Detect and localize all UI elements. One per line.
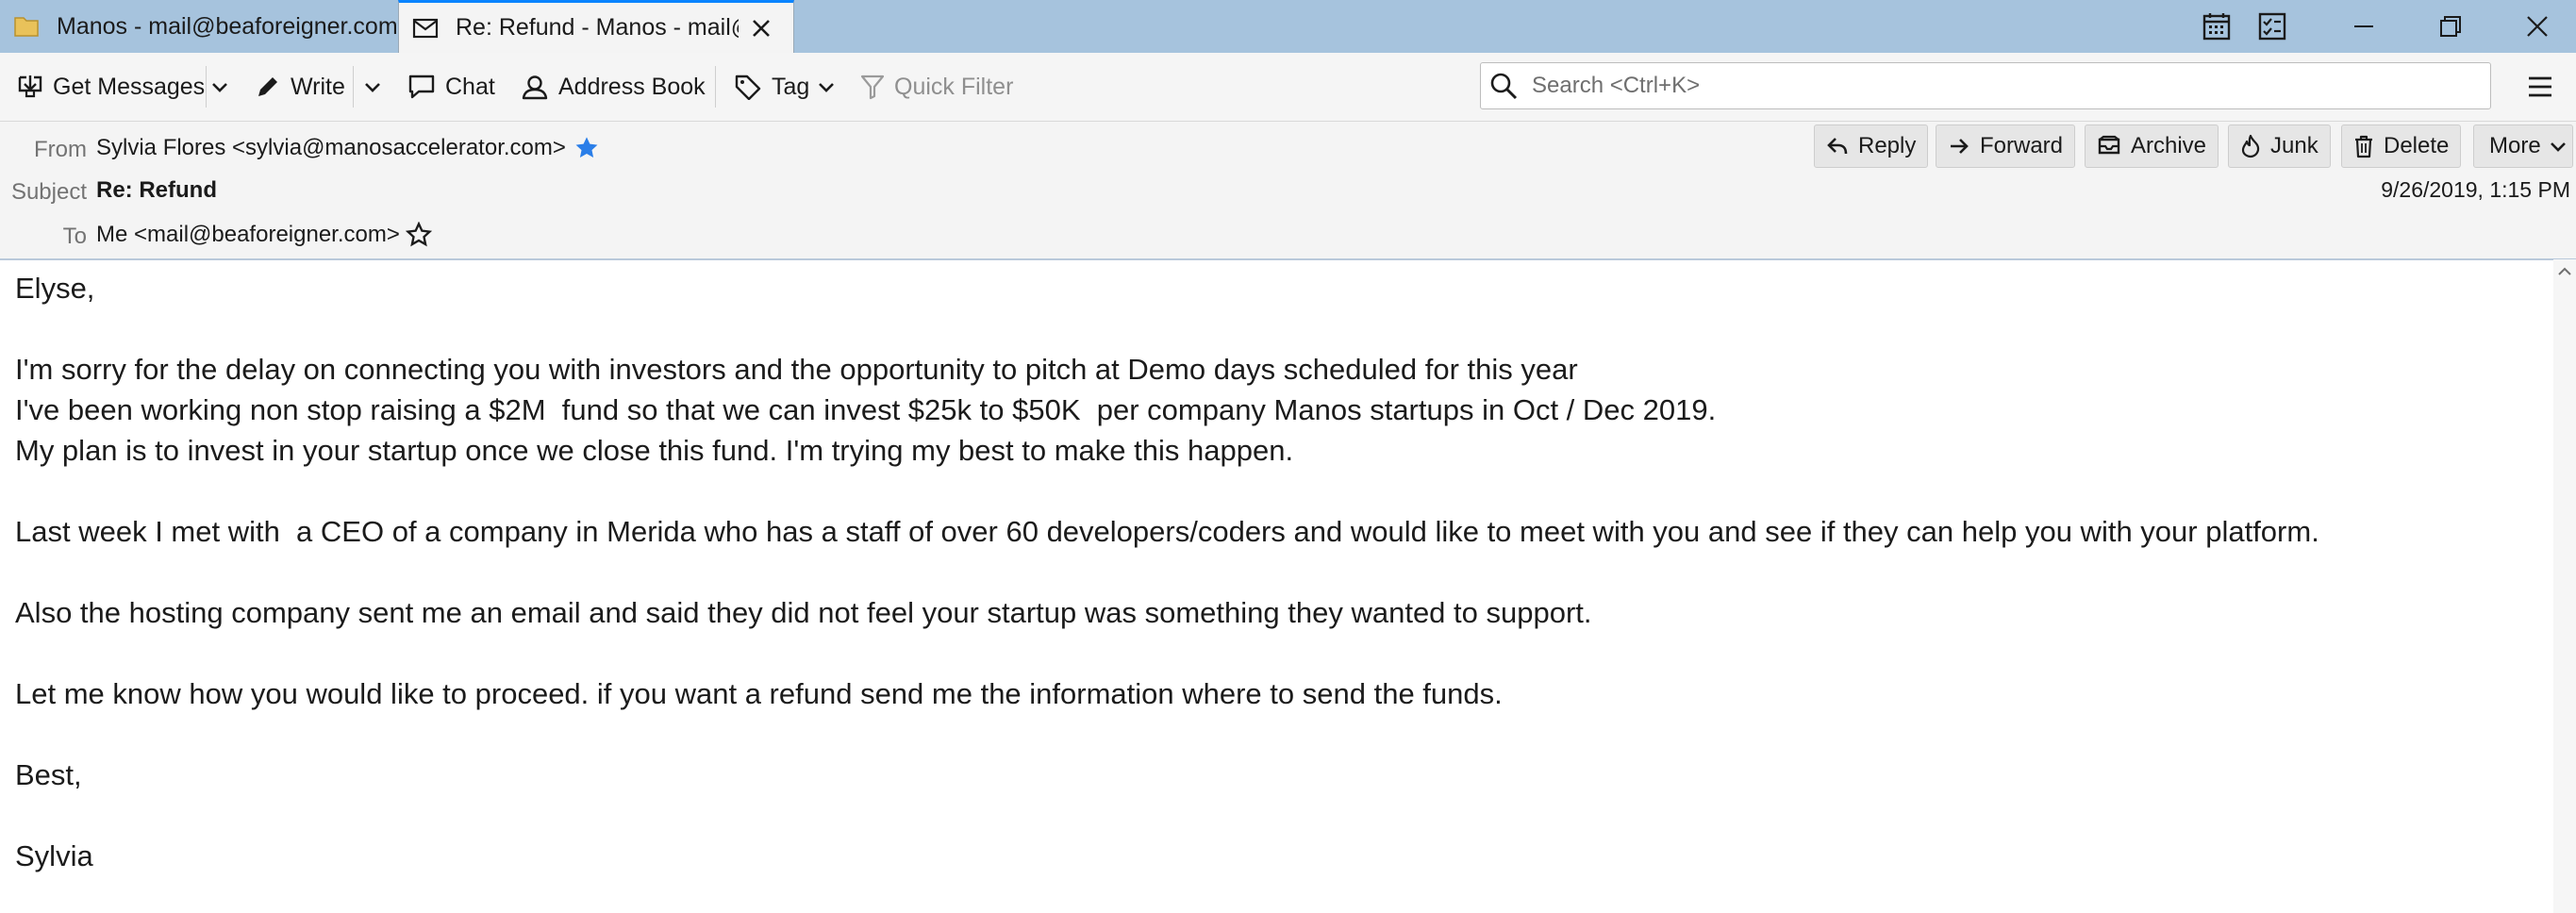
forward-button[interactable]: Forward	[1936, 124, 2076, 168]
to-label: To	[62, 224, 87, 249]
to-value[interactable]: Me <mail@beaforeigner.com>	[96, 222, 432, 248]
chat-bubble-icon	[407, 74, 436, 100]
body-line	[15, 633, 2534, 673]
download-icon	[17, 74, 43, 100]
main-toolbar: Get Messages Write Chat Address Book Tag…	[0, 53, 2576, 122]
scroll-up-arrow-icon[interactable]	[2557, 265, 2572, 278]
tag-label: Tag	[772, 73, 810, 100]
body-line	[15, 795, 2534, 836]
subject-value: Re: Refund	[96, 177, 217, 203]
body-line: I'm sorry for the delay on connecting yo…	[15, 353, 1578, 386]
trash-icon	[2353, 134, 2374, 158]
chevron-down-icon	[209, 76, 230, 97]
reply-arrow-icon	[1826, 135, 1849, 158]
subject-label: Subject	[10, 179, 87, 205]
forward-arrow-icon	[1948, 135, 1970, 158]
body-line	[15, 471, 2534, 511]
junk-label: Junk	[2270, 133, 2318, 158]
message-date: 9/26/2019, 1:15 PM	[2381, 177, 2570, 202]
tab-message-refund[interactable]: Re: Refund - Manos - mail@beaforeigner.c…	[398, 0, 794, 53]
body-line: Best,	[15, 758, 82, 791]
search-placeholder: Search <Ctrl+K>	[1532, 73, 1701, 98]
get-messages-button[interactable]: Get Messages	[17, 53, 205, 121]
reply-label: Reply	[1858, 133, 1917, 158]
flame-icon	[2240, 134, 2261, 158]
close-tab-icon[interactable]	[748, 15, 774, 42]
tab-folder-manos[interactable]: Manos - mail@beaforeigner.com	[0, 0, 396, 53]
body-line: Elyse,	[15, 272, 95, 305]
body-line: I've been working non stop raising a $2M…	[15, 393, 1717, 426]
chevron-down-icon	[2549, 137, 2568, 156]
more-button[interactable]: More	[2473, 124, 2573, 168]
tab-bar: Manos - mail@beaforeigner.com Re: Refund…	[0, 0, 2576, 53]
tasks-icon[interactable]	[2255, 9, 2289, 43]
close-window-icon[interactable]	[2520, 9, 2554, 43]
forward-label: Forward	[1980, 133, 2064, 158]
envelope-icon	[412, 18, 439, 39]
tab-label: Re: Refund - Manos - mail@beaforeigner.c…	[456, 14, 739, 41]
from-address[interactable]: Sylvia Flores <sylvia@manosaccelerator.c…	[96, 135, 566, 161]
from-value[interactable]: Sylvia Flores <sylvia@manosaccelerator.c…	[96, 135, 600, 161]
contact-icon	[521, 74, 549, 100]
from-label: From	[34, 137, 87, 162]
body-line: Sylvia	[15, 839, 93, 872]
reply-button[interactable]: Reply	[1814, 124, 1929, 168]
body-line: Let me know how you would like to procee…	[15, 677, 1503, 710]
junk-button[interactable]: Junk	[2228, 124, 2331, 168]
pencil-icon	[255, 74, 281, 100]
body-line: Also the hosting company sent me an emai…	[15, 596, 1592, 629]
delete-label: Delete	[2384, 133, 2450, 158]
get-messages-label: Get Messages	[53, 73, 206, 100]
chevron-down-icon	[817, 77, 836, 96]
quick-filter-button[interactable]: Quick Filter	[860, 53, 1013, 121]
minimize-icon[interactable]	[2347, 9, 2381, 43]
delete-button[interactable]: Delete	[2341, 124, 2462, 168]
tag-button[interactable]: Tag	[734, 53, 836, 121]
body-line	[15, 714, 2534, 755]
folder-icon	[13, 14, 40, 39]
vertical-scrollbar[interactable]	[2553, 259, 2576, 913]
tag-icon	[734, 74, 762, 100]
archive-label: Archive	[2131, 133, 2207, 158]
menu-icon[interactable]	[2524, 71, 2556, 103]
write-button[interactable]: Write	[255, 53, 345, 121]
more-label: More	[2489, 133, 2541, 158]
body-line: My plan is to invest in your startup onc…	[15, 434, 1294, 467]
write-dropdown[interactable]	[362, 53, 383, 121]
funnel-icon	[860, 74, 885, 100]
chat-label: Chat	[445, 73, 495, 100]
archive-box-icon	[2097, 135, 2121, 158]
write-label: Write	[291, 73, 345, 100]
calendar-icon[interactable]	[2200, 9, 2234, 43]
restore-icon[interactable]	[2434, 9, 2468, 43]
tab-label: Manos - mail@beaforeigner.com	[57, 12, 396, 40]
chevron-down-icon	[362, 76, 383, 97]
message-body: Elyse, I'm sorry for the delay on connec…	[15, 268, 2534, 876]
address-book-button[interactable]: Address Book	[521, 53, 706, 121]
address-book-label: Address Book	[558, 73, 706, 100]
star-outline-icon[interactable]	[405, 222, 432, 248]
chat-button[interactable]: Chat	[407, 53, 495, 121]
body-line	[15, 552, 2534, 592]
get-messages-dropdown[interactable]	[209, 53, 230, 121]
body-line: Last week I met with a CEO of a company …	[15, 515, 2319, 548]
archive-button[interactable]: Archive	[2085, 124, 2219, 168]
quick-filter-label: Quick Filter	[894, 73, 1014, 100]
search-input[interactable]: Search <Ctrl+K>	[1480, 62, 2491, 109]
to-address[interactable]: Me <mail@beaforeigner.com>	[96, 222, 400, 248]
search-icon	[1488, 71, 1519, 101]
message-header: From Sylvia Flores <sylvia@manosaccelera…	[0, 122, 2576, 260]
star-filled-icon[interactable]	[573, 135, 600, 161]
body-line	[15, 308, 2534, 349]
